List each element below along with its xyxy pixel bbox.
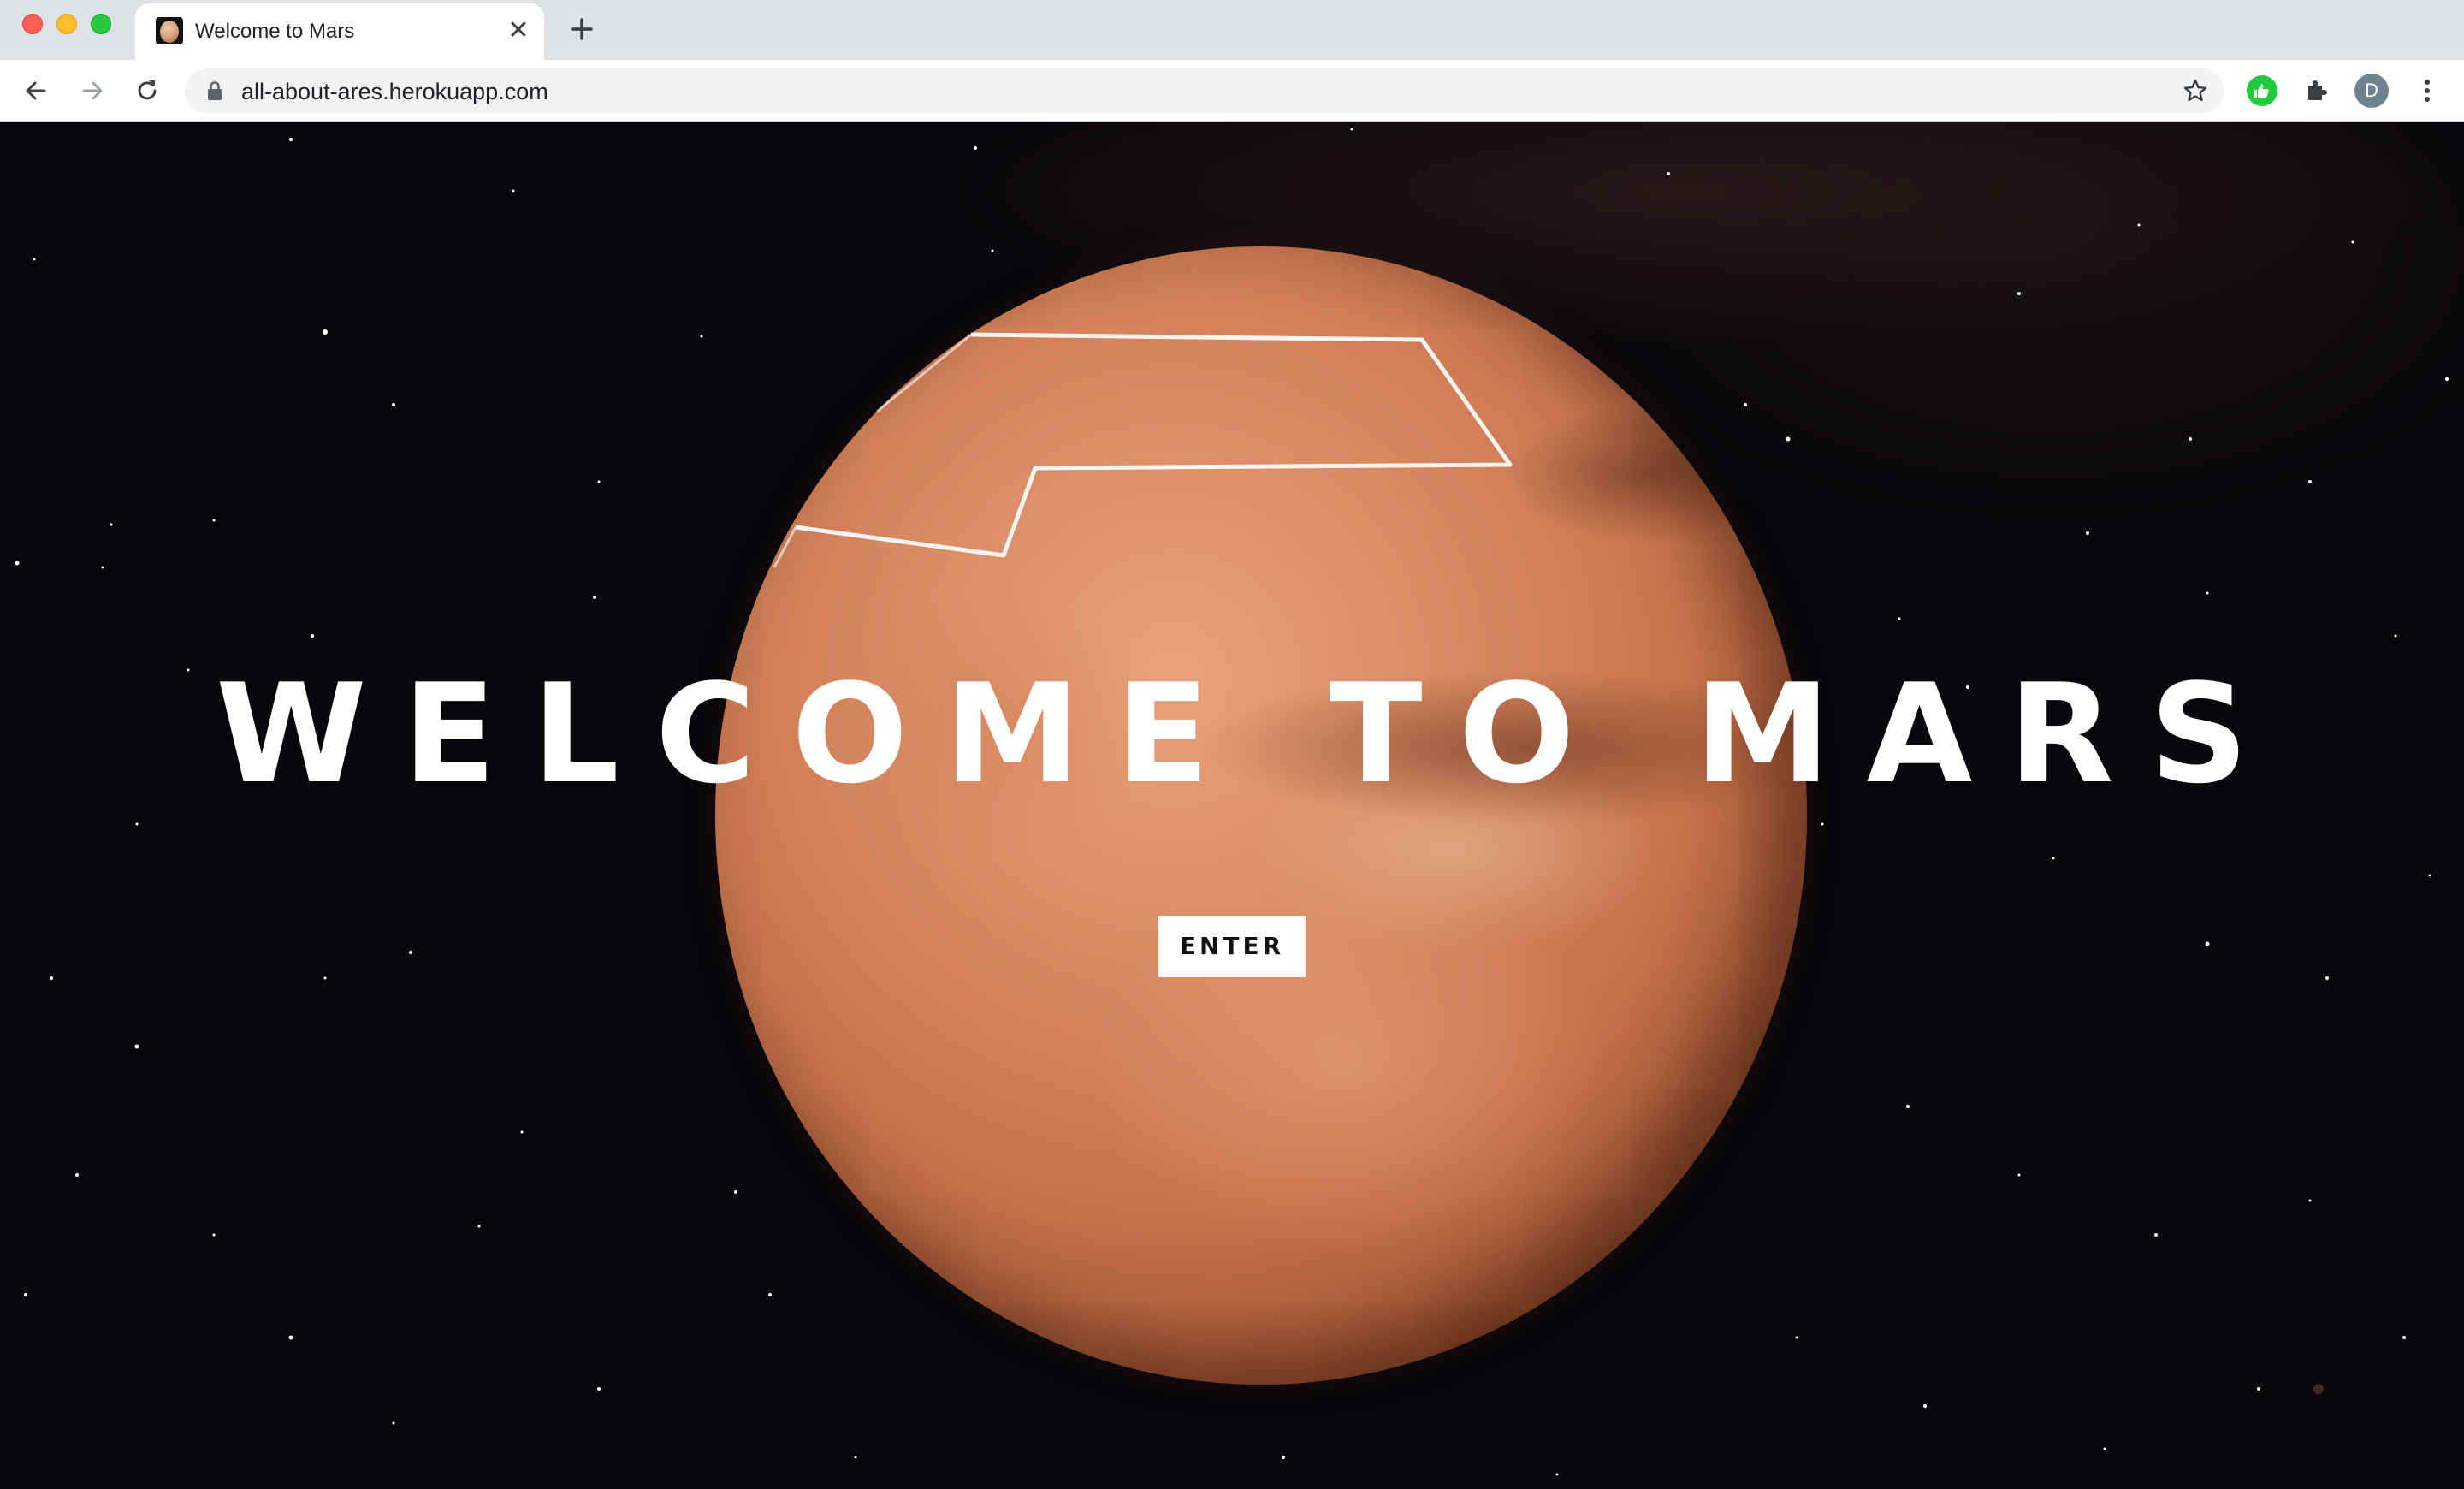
landing-page: WELCOME TO MARS ENTER (0, 122, 2464, 1489)
close-window-button[interactable] (22, 14, 43, 34)
mars-favicon-icon (156, 17, 183, 44)
new-tab-button[interactable] (565, 12, 599, 46)
plus-icon (571, 18, 593, 40)
browser-toolbar: all-about-ares.herokuapp.com D (0, 60, 2464, 122)
vertical-dots-icon[interactable] (2414, 75, 2440, 106)
forward-button[interactable] (77, 75, 108, 106)
arrow-left-icon (26, 81, 46, 100)
tab-welcome-to-mars[interactable]: Welcome to Mars ✕ (135, 3, 544, 60)
tab-title: Welcome to Mars (195, 20, 355, 43)
url-text[interactable]: all-about-ares.herokuapp.com (241, 79, 548, 105)
maximize-window-button[interactable] (91, 14, 111, 34)
back-button[interactable] (21, 75, 51, 106)
profile-avatar[interactable]: D (2354, 74, 2389, 108)
green-extension-icon[interactable] (2247, 75, 2277, 106)
address-bar[interactable]: all-about-ares.herokuapp.com (185, 68, 2224, 113)
lock-icon[interactable] (205, 80, 224, 101)
arrow-right-icon (82, 81, 103, 100)
tab-strip: Welcome to Mars ✕ (0, 0, 2464, 60)
reload-icon (138, 80, 157, 100)
reload-button[interactable] (132, 75, 163, 106)
minimize-window-button[interactable] (56, 14, 77, 34)
star-icon[interactable] (2182, 77, 2209, 104)
enter-button[interactable]: ENTER (1158, 916, 1306, 977)
hero-title: WELCOME TO MARS (216, 654, 2284, 814)
thumb-icon (2254, 84, 2269, 98)
puzzle-icon[interactable] (2301, 75, 2332, 106)
close-icon[interactable]: ✕ (505, 18, 532, 45)
